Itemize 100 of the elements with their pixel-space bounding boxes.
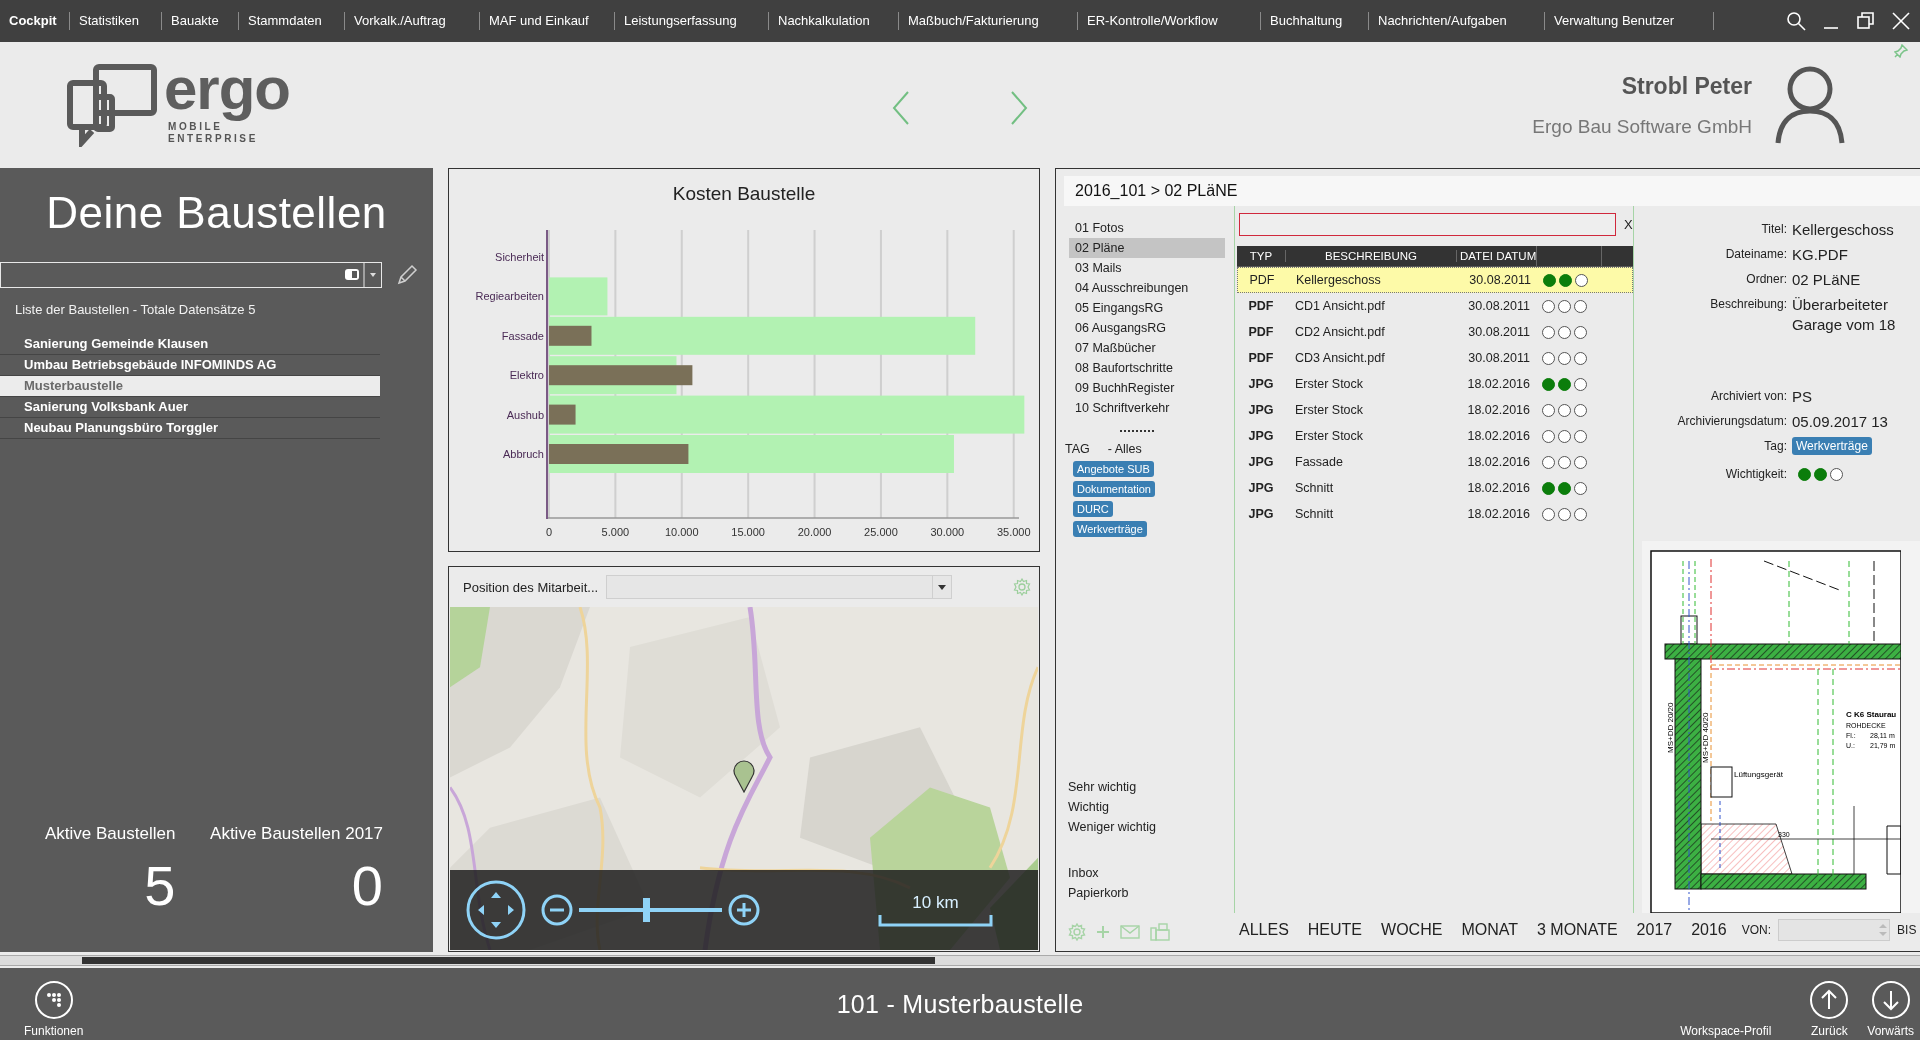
site-list-item[interactable]: Musterbaustelle: [0, 376, 380, 397]
column-header[interactable]: BESCHREIBUNG: [1285, 250, 1456, 262]
table-row[interactable]: PDF CD1 Ansicht.pdf 30.08.2011: [1237, 293, 1633, 319]
file-name: Kellergeschoss: [1295, 273, 1382, 287]
caret-icon[interactable]: [938, 584, 947, 590]
period-filter[interactable]: HEUTE: [1307, 921, 1363, 939]
table-row[interactable]: JPG Schnitt 18.02.2016: [1237, 501, 1633, 527]
site-title: 101 - Musterbaustelle: [836, 989, 1084, 1019]
table-row[interactable]: JPG Fassade 18.02.2016: [1237, 449, 1633, 475]
site-list-item[interactable]: Neubau Planungsbüro Torggler: [0, 418, 380, 439]
table-row[interactable]: JPG Erster Stock 18.02.2016: [1237, 423, 1633, 449]
tag-chip[interactable]: DURC: [1073, 501, 1113, 517]
map-pin-icon: [732, 757, 756, 793]
search-icon[interactable]: [1786, 11, 1806, 31]
list-caption: Liste der Baustellen - Totale Datensätze 5: [15, 302, 256, 317]
menu-item[interactable]: Cockpit: [0, 12, 70, 30]
zoom-out-button[interactable]: [541, 894, 573, 926]
menu-item[interactable]: Vorkalk./Auftrag: [345, 12, 480, 30]
close-icon[interactable]: [1891, 11, 1911, 31]
menu-item[interactable]: Maßbuch/Fakturierung: [899, 12, 1078, 30]
menu-item[interactable]: MAF und Einkauf: [480, 12, 615, 30]
menu-item[interactable]: Verwaltung Benutzer: [1545, 12, 1714, 30]
tag-chip[interactable]: Angebote SUB: [1073, 461, 1154, 477]
workspace-profile-link[interactable]: Workspace-Profil: [1680, 1024, 1772, 1038]
folder-item[interactable]: 06 AusgangsRG: [1069, 318, 1225, 338]
plan-label: C K6 Staurau: [1846, 710, 1897, 719]
menu-item[interactable]: Nachrichten/Aufgaben: [1369, 12, 1545, 30]
category-label: Sicherheit: [495, 251, 544, 263]
stat-value: 0: [351, 858, 383, 914]
menu-item[interactable]: Statistiken: [70, 12, 162, 30]
table-row[interactable]: PDF CD2 Ansicht.pdf 30.08.2011: [1237, 319, 1633, 345]
priority-filter[interactable]: Wichtig: [1068, 797, 1234, 817]
functions-button[interactable]: Funktionen: [24, 980, 84, 1038]
tag-filter[interactable]: - Alles: [1107, 442, 1142, 456]
file-type: JPG: [1247, 455, 1275, 469]
column-header[interactable]: DATEI DATUM: [1456, 250, 1536, 262]
site-list-item[interactable]: Sanierung Gemeinde Klausen: [0, 334, 380, 355]
period-filter[interactable]: 2016: [1691, 921, 1727, 939]
priority-filter[interactable]: Weniger wichtig: [1068, 817, 1234, 837]
rating-dot: [1559, 273, 1572, 287]
table-row[interactable]: PDF CD3 Ansicht.pdf 30.08.2011: [1237, 345, 1633, 371]
folder-item[interactable]: 04 Ausschreibungen: [1069, 278, 1225, 298]
folder-item[interactable]: 03 Mails: [1069, 258, 1225, 278]
rating-dot: [1574, 377, 1587, 391]
priority-filter[interactable]: Sehr wichtig: [1068, 777, 1234, 797]
period-filter[interactable]: 2017: [1636, 921, 1673, 939]
menu-item[interactable]: Buchhaltung: [1261, 12, 1369, 30]
zoom-in-button[interactable]: [728, 894, 760, 926]
search-field[interactable]: [1239, 213, 1616, 236]
rating-dot: [1830, 468, 1843, 481]
horizontal-scrollbar[interactable]: [0, 954, 1920, 966]
file-name: Erster Stock: [1294, 403, 1365, 417]
rating-dot: [1558, 403, 1571, 417]
tag-chip[interactable]: Werkverträge: [1792, 437, 1872, 455]
site-filter-dropdown[interactable]: [0, 262, 382, 288]
pan-control[interactable]: [465, 879, 527, 941]
rating-dot: [1814, 468, 1827, 481]
menu-item[interactable]: Nachkalkulation: [769, 12, 899, 30]
date-field[interactable]: [1778, 919, 1891, 941]
folder-item[interactable]: 09 BuchhRegister: [1069, 378, 1225, 398]
file-date: 30.08.2011: [1467, 325, 1531, 339]
restore-icon[interactable]: [1856, 11, 1876, 31]
mailbox-item[interactable]: Inbox: [1068, 863, 1234, 883]
menu-item[interactable]: Bauakte: [162, 12, 239, 30]
site-list-item[interactable]: Sanierung Volksbank Auer: [0, 397, 380, 418]
period-filter[interactable]: ALLES: [1239, 921, 1289, 939]
clear-button[interactable]: X: [1624, 217, 1633, 232]
mailbox-item[interactable]: Papierkorb: [1068, 883, 1234, 903]
splitter-handle[interactable]: [1120, 430, 1154, 432]
file-type: JPG: [1247, 507, 1275, 521]
file-type: PDF: [1248, 273, 1276, 287]
menu-item[interactable]: Stammdaten: [239, 12, 345, 30]
category-label: Regiearbeiten: [475, 290, 544, 303]
rating-dot: [1542, 325, 1555, 339]
user-avatar-icon[interactable]: [1774, 65, 1846, 145]
table-row[interactable]: JPG Schnitt 18.02.2016: [1237, 475, 1633, 501]
tag-chip[interactable]: Dokumentation: [1073, 481, 1155, 497]
category-label: Abbruch: [503, 448, 544, 460]
table-row[interactable]: PDF Kellergeschoss 30.08.2011: [1237, 267, 1633, 293]
rating-dot: [1558, 429, 1571, 443]
file-date: 18.02.2016: [1466, 507, 1531, 521]
table-row[interactable]: JPG Erster Stock 18.02.2016: [1237, 397, 1633, 423]
folder-item[interactable]: 02 Pläne: [1069, 238, 1225, 258]
folder-item[interactable]: 10 Schriftverkehr: [1069, 398, 1225, 418]
menu-item[interactable]: Leistungserfassung: [615, 12, 769, 30]
menu-item[interactable]: ER-Kontrolle/Workflow: [1078, 12, 1261, 30]
slider-thumb[interactable]: [643, 898, 651, 922]
period-filter[interactable]: WOCHE: [1381, 921, 1443, 939]
period-filter[interactable]: MONAT: [1461, 921, 1518, 939]
folder-item[interactable]: 07 Maßbücher: [1069, 338, 1225, 358]
tag-chip[interactable]: Werkverträge: [1073, 521, 1147, 537]
folder-item[interactable]: 05 EingangsRG: [1069, 298, 1225, 318]
breadcrumb: 2016_101 > 02 PLäNE: [1064, 176, 1920, 206]
folder-item[interactable]: 01 Fotos: [1069, 218, 1225, 238]
column-header[interactable]: TYP: [1237, 250, 1285, 262]
table-row[interactable]: JPG Erster Stock 18.02.2016: [1237, 371, 1633, 397]
file-date: 30.08.2011: [1468, 273, 1532, 287]
pencil-icon[interactable]: [396, 264, 418, 286]
period-filter[interactable]: 3 MONATE: [1536, 921, 1618, 939]
folder-item[interactable]: 08 Baufortschritte: [1069, 358, 1225, 378]
